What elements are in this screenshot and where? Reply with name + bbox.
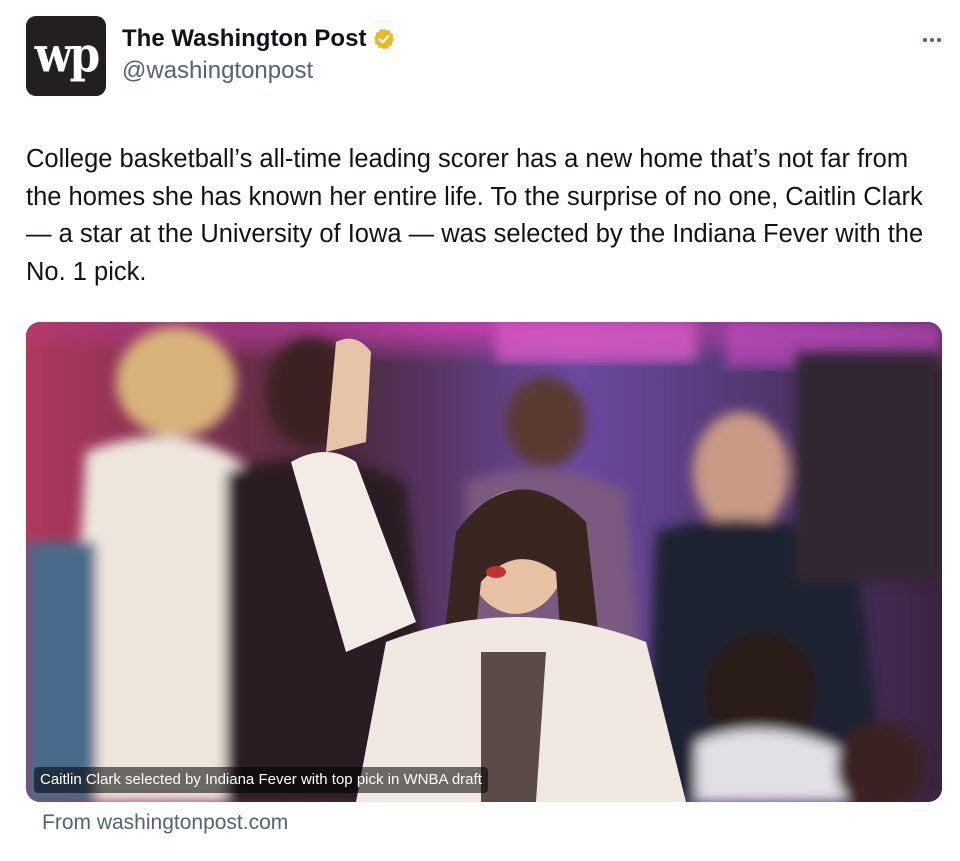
author-name-row[interactable]: The Washington Post — [122, 24, 396, 54]
tweet-text: College basketball’s all-time leading sc… — [26, 145, 924, 286]
author-avatar[interactable]: wp — [26, 16, 106, 96]
more-options-icon[interactable] — [912, 26, 952, 54]
author-name[interactable]: The Washington Post — [122, 24, 366, 54]
tweet: wp The Washington Post @washingtonpost C… — [0, 0, 960, 861]
article-title[interactable]: Caitlin Clark selected by Indiana Fever … — [34, 767, 488, 793]
author-handle[interactable]: @washingtonpost — [122, 56, 313, 86]
verified-badge-icon — [374, 28, 395, 50]
card-source-link[interactable]: From washingtonpost.com — [42, 808, 288, 838]
link-card[interactable]: Caitlin Clark selected by Indiana Fever … — [26, 322, 942, 802]
washington-post-logo: wp — [34, 27, 101, 84]
article-photo — [26, 322, 942, 802]
